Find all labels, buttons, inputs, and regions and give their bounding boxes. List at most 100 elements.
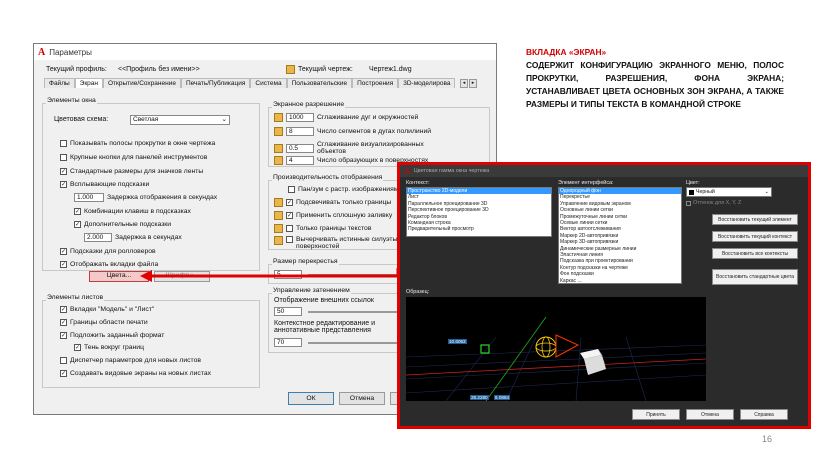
checkbox[interactable]: [60, 140, 67, 147]
option-label: Вычерчивать истинные силуэты поверхносте…: [296, 236, 398, 250]
option-tooltips[interactable]: ✓ Всплывающие подсказки: [60, 181, 149, 188]
fade-control-title: Управление затенением: [272, 287, 351, 294]
checkbox-checked[interactable]: ✓: [286, 199, 293, 206]
option-create-viewports[interactable]: ✓ Создавать видовые экраны на новых листа…: [60, 370, 211, 377]
option-label: Тень вокруг границ: [84, 344, 144, 351]
restore-current-element-button[interactable]: Восстановить текущий элемент: [712, 214, 798, 225]
tab-open-save[interactable]: Открытие/Сохранение: [103, 78, 181, 88]
checkbox[interactable]: [286, 236, 293, 243]
option-highlight-raster[interactable]: ✓ Подсвечивать только границы: [274, 198, 391, 207]
option-large-buttons[interactable]: Крупные кнопки для панелей инструментов: [60, 154, 207, 161]
option-page-setup-manager[interactable]: Диспетчер параметров для новых листов: [60, 357, 201, 364]
current-drawing-label: Текущий чертеж:: [298, 66, 353, 73]
checkbox-checked[interactable]: ✓: [60, 332, 67, 339]
arc-smoothness-input[interactable]: 1000: [286, 113, 314, 122]
color-scheme-select[interactable]: Светлая ⌄: [130, 115, 230, 125]
option-model-layout-tabs[interactable]: ✓ Вкладки "Модель" и "Лист": [60, 306, 154, 313]
color-select[interactable]: Черный ⌄: [686, 187, 772, 197]
ok-button[interactable]: ОК: [288, 392, 334, 405]
resolution-render-row: 0.5 Сглаживание визуализированных объекто…: [274, 141, 427, 155]
tab-system[interactable]: Система: [250, 78, 287, 88]
tint-label: Оттенок для X, Y, Z: [693, 200, 742, 206]
tab-files[interactable]: Файлы: [44, 78, 75, 88]
checkbox-checked[interactable]: ✓: [74, 344, 81, 351]
extended-delay-input[interactable]: 2.000: [84, 233, 112, 242]
option-ribbon-icons[interactable]: ✓ Стандартные размеры для значков ленты: [60, 168, 203, 175]
tab-display[interactable]: Экран: [74, 78, 103, 88]
option-label: Только границы текстов: [296, 225, 372, 232]
inplace-fade-input[interactable]: 70: [274, 338, 302, 347]
tab-drafting[interactable]: Построения: [352, 78, 399, 88]
checkbox[interactable]: [286, 225, 293, 232]
interface-element-item[interactable]: Каркас ...: [559, 278, 681, 283]
page-number: 16: [762, 434, 773, 444]
color-label: Цвет:: [686, 180, 700, 186]
checkbox-checked[interactable]: ✓: [60, 168, 67, 175]
display-resolution-title: Экранное разрешение: [272, 101, 346, 108]
accept-button[interactable]: Принять: [632, 409, 680, 420]
option-extended-tooltips[interactable]: ✓ Дополнительные подсказки: [74, 221, 171, 228]
option-label: Пан/зум с растр. изображениями: [298, 186, 403, 193]
checkbox-checked[interactable]: ✓: [286, 212, 293, 219]
display-performance-title: Производительность отображения: [272, 174, 384, 181]
cancel-button[interactable]: Отмена: [686, 409, 734, 420]
checkbox-checked[interactable]: ✓: [74, 208, 81, 215]
restore-classic-colors-button[interactable]: Восстановить стандартные цвета: [712, 269, 798, 285]
checkbox-checked[interactable]: ✓: [60, 319, 67, 326]
option-paper-shadow[interactable]: ✓ Тень вокруг границ: [74, 344, 144, 351]
cancel-button[interactable]: Отмена: [339, 392, 385, 405]
resolution-icon: [274, 127, 283, 136]
tab-plot-publish[interactable]: Печать/Публикация: [180, 78, 251, 88]
interface-element-list[interactable]: Однородный фон Перекрестье Управление видо…: [558, 187, 682, 284]
checkbox-checked[interactable]: ✓: [60, 370, 67, 377]
checkbox-checked[interactable]: ✓: [60, 306, 67, 313]
option-label: Создавать видовые экраны на новых листах: [70, 370, 211, 377]
context-list-item[interactable]: Предварительный просмотр: [407, 226, 551, 232]
contour-lines-input[interactable]: 4: [286, 156, 314, 165]
context-list[interactable]: Пространство 2D-модели Лист Параллельное п…: [406, 187, 552, 237]
option-paper-background[interactable]: ✓ Подложить заданный формат: [60, 332, 164, 339]
option-scrollbars[interactable]: Показывать полосы прокрутки в окне черте…: [60, 140, 215, 147]
preview-y-coordinate: 6.0884: [494, 395, 511, 400]
option-solid-fill[interactable]: ✓ Применить сплошную заливку: [274, 211, 392, 220]
performance-icon: [274, 224, 283, 233]
checkbox-checked[interactable]: ✓: [60, 181, 67, 188]
annotation-heading: ВКЛАДКА «ЭКРАН»: [526, 47, 607, 57]
checkbox-checked[interactable]: ✓: [60, 261, 67, 268]
option-label: Подсказки для ролловеров: [70, 248, 156, 255]
help-button[interactable]: Справка: [740, 409, 788, 420]
resolution-polyline-row: 8 Число сегментов в дугах полилиний: [274, 127, 431, 136]
polyline-segments-input[interactable]: 8: [286, 127, 314, 136]
option-silhouettes[interactable]: Вычерчивать истинные силуэты поверхносте…: [274, 236, 406, 250]
checkbox-checked[interactable]: ✓: [60, 248, 67, 255]
preview-grid-icon: [406, 316, 706, 401]
tab-scroll-left-icon[interactable]: ◂: [460, 79, 468, 88]
checkbox[interactable]: [288, 186, 295, 193]
tab-scroll-right-icon[interactable]: ▸: [469, 79, 477, 88]
restore-current-context-button[interactable]: Восстановить текущий контекст: [712, 231, 798, 242]
inplace-fade-label: Контекстное редактирование и аннотативны…: [274, 320, 376, 334]
render-smoothness-input[interactable]: 0.5: [286, 143, 314, 153]
arc-smoothness-label: Сглаживание дуг и окружностей: [317, 114, 419, 121]
checkbox-checked[interactable]: ✓: [74, 221, 81, 228]
tab-3d-modeling[interactable]: 3D-моделирова: [398, 78, 456, 88]
checkbox[interactable]: [60, 154, 67, 161]
tint-option[interactable]: Оттенок для X, Y, Z: [686, 200, 741, 206]
restore-all-contexts-button[interactable]: Восстановить все контексты: [712, 248, 798, 259]
option-text-boundary[interactable]: Только границы текстов: [274, 224, 371, 233]
checkbox[interactable]: [686, 200, 691, 206]
preview-area: 10.6063 28.2280 6.0884: [406, 297, 706, 401]
annotation-block: ВКЛАДКА «ЭКРАН» СОДЕРЖИТ КОНФИГУРАЦИЮ ЭК…: [526, 46, 784, 111]
option-label: Подложить заданный формат: [70, 332, 165, 339]
autocad-logo-icon: A: [38, 46, 46, 58]
xref-fade-input[interactable]: 50: [274, 307, 302, 316]
current-profile-value: <<Профиль без имени>>: [118, 66, 200, 73]
option-label: Вкладки "Модель" и "Лист": [70, 306, 155, 313]
option-pan-zoom-raster[interactable]: Пан/зум с растр. изображениями: [288, 186, 402, 193]
option-printable-area[interactable]: ✓ Границы области печати: [60, 319, 148, 326]
option-shortcut-keys[interactable]: ✓ Комбинации клавиш в подсказках: [74, 208, 191, 215]
option-rollover[interactable]: ✓ Подсказки для ролловеров: [60, 248, 156, 255]
tab-user-preferences[interactable]: Пользовательские: [286, 78, 353, 88]
tooltip-delay-input[interactable]: 1.000: [74, 193, 104, 202]
checkbox[interactable]: [60, 357, 67, 364]
